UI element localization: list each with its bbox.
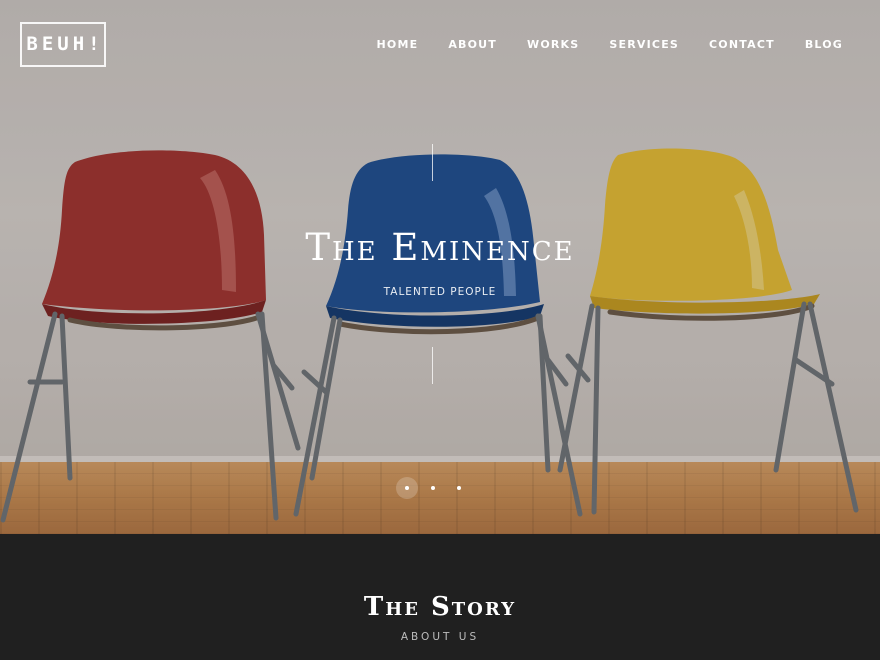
divider-line-bottom (432, 347, 433, 384)
story-section: The Story ABOUT US (0, 534, 880, 660)
nav-works[interactable]: WORKS (527, 38, 579, 51)
hero-title: The Eminence (305, 226, 575, 269)
hero-slider: BEUH! HOME ABOUT WORKS SERVICES CONTACT … (0, 0, 880, 534)
nav-about[interactable]: ABOUT (448, 38, 497, 51)
nav-blog[interactable]: BLOG (805, 38, 843, 51)
site-logo[interactable]: BEUH! (20, 22, 106, 67)
slider-pagination (396, 477, 470, 499)
nav-contact[interactable]: CONTACT (709, 38, 775, 51)
nav-services[interactable]: SERVICES (609, 38, 679, 51)
divider-line-top (432, 144, 433, 181)
hero-subtitle: TALENTED PEOPLE (383, 286, 497, 298)
nav-home[interactable]: HOME (376, 38, 418, 51)
slider-dot-3[interactable] (448, 477, 470, 499)
slider-dot-2[interactable] (422, 477, 444, 499)
story-subtitle: ABOUT US (400, 631, 480, 643)
slider-dot-1[interactable] (396, 477, 418, 499)
main-nav: HOME ABOUT WORKS SERVICES CONTACT BLOG (376, 38, 843, 51)
story-title: The Story (363, 592, 517, 622)
